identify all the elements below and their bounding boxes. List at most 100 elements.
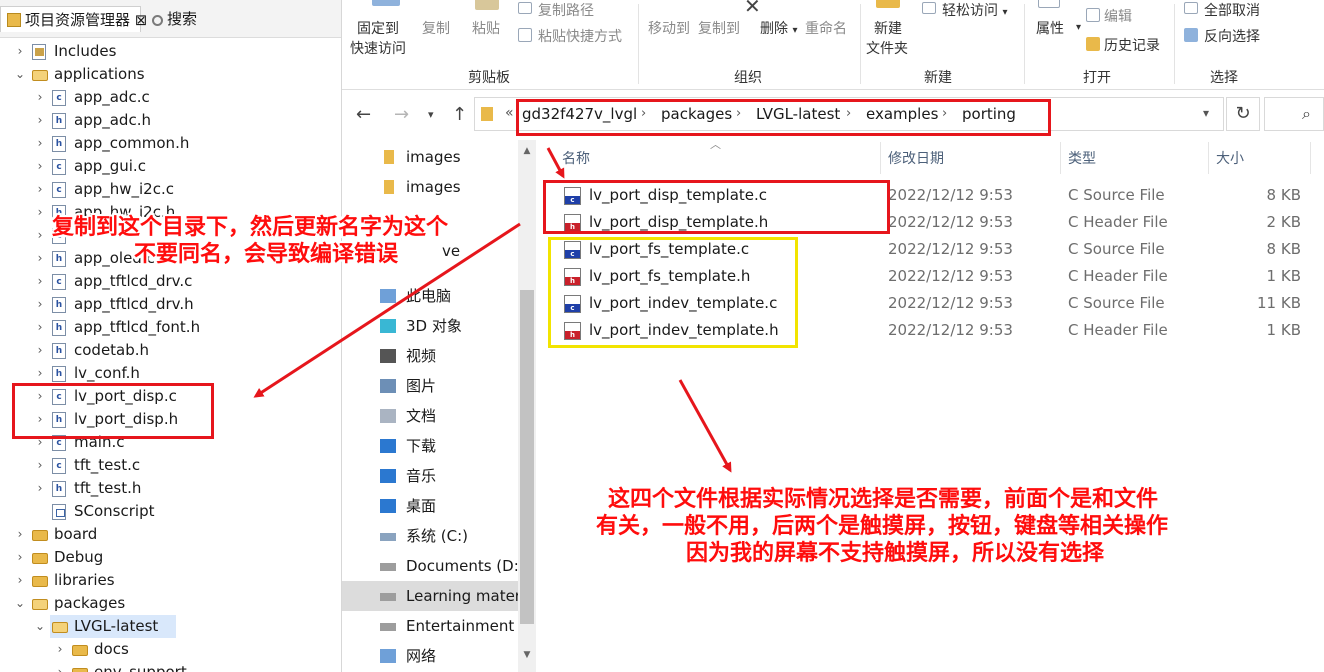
nav-item[interactable]: Documents (D:)	[342, 551, 518, 581]
tree-item[interactable]: › c app_adc.c	[0, 86, 341, 109]
chevron-right-icon[interactable]: ›	[14, 569, 26, 592]
chevron-right-icon[interactable]: ›	[34, 339, 46, 362]
column-date[interactable]: 修改日期	[888, 148, 944, 168]
copy-button[interactable]: 复制	[422, 18, 450, 38]
chevron-right-icon[interactable]: ›	[34, 178, 46, 201]
nav-item[interactable]: 系统 (C:)	[342, 521, 518, 551]
tree-item[interactable]: › c tft_test.c	[0, 454, 341, 477]
copy-path-button[interactable]: 复制路径	[538, 0, 594, 20]
chevron-right-icon[interactable]: ›	[34, 270, 46, 293]
tree-item[interactable]: › h app_tftlcd_font.h	[0, 316, 341, 339]
back-arrow-icon[interactable]: ←	[356, 104, 371, 125]
tab-search[interactable]: 搜索	[146, 6, 203, 32]
tree-item[interactable]: › Debug	[0, 546, 341, 569]
copy-to-button[interactable]: 复制到	[698, 18, 740, 38]
tree-item[interactable]: › c app_tftlcd_drv.c	[0, 270, 341, 293]
nav-item[interactable]: 网络	[342, 641, 518, 671]
history-button[interactable]: 历史记录	[1104, 35, 1160, 55]
nav-item-label: 桌面	[406, 497, 437, 515]
navigation-scrollbar-thumb[interactable]	[520, 290, 534, 624]
chevron-right-icon[interactable]: ›	[14, 546, 26, 569]
move-to-button[interactable]: 移动到	[648, 18, 690, 38]
nav-item[interactable]: 此电脑	[342, 281, 518, 311]
chevron-right-icon[interactable]: ›	[34, 316, 46, 339]
easy-access-button[interactable]: 轻松访问 ▾	[942, 0, 1007, 20]
chevron-right-icon[interactable]: ›	[34, 86, 46, 109]
chevron-right-icon[interactable]: ›	[34, 362, 46, 385]
chevron-right-icon[interactable]: ›	[34, 155, 46, 178]
chevron-right-icon[interactable]: ›	[54, 638, 66, 661]
file-date: 2022/12/12 9:53	[888, 321, 1013, 339]
chevron-right-icon[interactable]: ›	[34, 247, 46, 270]
paste-button[interactable]: 粘贴	[472, 18, 500, 38]
chevron-right-icon[interactable]: ›	[14, 523, 26, 546]
select-none-button[interactable]: 全部取消	[1204, 0, 1260, 20]
nav-item[interactable]: 视频	[342, 341, 518, 371]
chevron-right-icon[interactable]: ›	[34, 477, 46, 500]
tree-item[interactable]: › h app_adc.h	[0, 109, 341, 132]
chevron-right-icon[interactable]: ›	[14, 40, 26, 63]
chevron-right-icon[interactable]: ›	[54, 661, 66, 672]
tree-item-label: app_common.h	[74, 134, 190, 152]
properties-button[interactable]: 属性	[1036, 18, 1064, 38]
chevron-down-icon[interactable]: ⌄	[34, 615, 46, 638]
breadcrumb-dropdown-icon[interactable]: ▾	[1203, 106, 1209, 120]
tree-item[interactable]: › h app_tftlcd_drv.h	[0, 293, 341, 316]
recent-dropdown-icon[interactable]: ▾	[428, 108, 434, 121]
up-arrow-icon[interactable]: ↑	[452, 104, 467, 125]
nav-item[interactable]: Learning mater	[342, 581, 518, 611]
tree-item[interactable]: › c app_gui.c	[0, 155, 341, 178]
nav-item[interactable]: images	[342, 142, 518, 172]
nav-item[interactable]: 图片	[342, 371, 518, 401]
refresh-icon[interactable]: ↻	[1226, 97, 1260, 131]
chevron-right-icon[interactable]: ›	[34, 201, 46, 224]
nav-item[interactable]: 桌面	[342, 491, 518, 521]
tree-item[interactable]: › env_support	[0, 661, 341, 672]
tree-item[interactable]: › h lv_conf.h	[0, 362, 341, 385]
nav-item[interactable]: Entertainment	[342, 611, 518, 641]
tree-item[interactable]: ⌄ applications	[0, 63, 341, 86]
nav-item[interactable]: 3D 对象	[342, 311, 518, 341]
rename-button[interactable]: 重命名	[805, 18, 847, 38]
scroll-down-icon[interactable]: ▼	[520, 650, 534, 660]
column-name[interactable]: 名称	[562, 148, 590, 168]
delete-button[interactable]: 删除 ▾	[760, 18, 797, 38]
tree-item[interactable]: › h codetab.h	[0, 339, 341, 362]
scroll-up-icon[interactable]: ▲	[520, 146, 534, 156]
tree-item[interactable]: ⌄ packages	[0, 592, 341, 615]
chevron-right-icon[interactable]: ›	[34, 293, 46, 316]
nav-item[interactable]: 文档	[342, 401, 518, 431]
tree-item[interactable]: SConscript	[0, 500, 341, 523]
forward-arrow-icon[interactable]: →	[394, 104, 409, 125]
nav-item[interactable]: images	[342, 172, 518, 202]
chevron-right-icon[interactable]: ›	[34, 224, 46, 247]
tree-item[interactable]: › board	[0, 523, 341, 546]
chevron-right-icon[interactable]: ›	[34, 132, 46, 155]
paste-shortcut-button[interactable]: 粘贴快捷方式	[538, 26, 622, 46]
tree-item[interactable]: › h app_common.h	[0, 132, 341, 155]
chevron-right-icon[interactable]: ›	[34, 454, 46, 477]
column-size[interactable]: 大小	[1216, 148, 1244, 168]
chevron-right-icon[interactable]: ›	[34, 109, 46, 132]
tree-item[interactable]: › h tft_test.h	[0, 477, 341, 500]
column-type[interactable]: 类型	[1068, 148, 1096, 168]
tree-item[interactable]: › c app_hw_i2c.c	[0, 178, 341, 201]
invert-selection-button[interactable]: 反向选择	[1204, 26, 1260, 46]
search-input[interactable]: ⌕	[1264, 97, 1324, 131]
nav-item[interactable]: 音乐	[342, 461, 518, 491]
new-folder-button[interactable]: 新建	[874, 18, 902, 38]
nav-item[interactable]: 下载	[342, 431, 518, 461]
tree-item[interactable]: › libraries	[0, 569, 341, 592]
tree-item[interactable]: › docs	[0, 638, 341, 661]
properties-dropdown-icon[interactable]: ▾	[1076, 22, 1081, 33]
tree-item[interactable]: ⌄ LVGL-latest	[35, 615, 176, 638]
chevron-down-icon[interactable]: ⌄	[14, 592, 26, 615]
tree-item[interactable]: › Includes	[0, 40, 341, 63]
file-size: 11 KB	[1257, 294, 1301, 312]
edit-button[interactable]: 编辑	[1104, 6, 1132, 26]
tab-project-explorer[interactable]: 项目资源管理器 ⊠	[0, 6, 147, 32]
chevron-down-icon[interactable]: ⌄	[14, 63, 26, 86]
breadcrumb-overflow[interactable]: «	[505, 105, 514, 121]
h-file-icon: h	[52, 366, 66, 382]
pin-to-quick-access-button[interactable]: 固定到	[357, 18, 399, 38]
